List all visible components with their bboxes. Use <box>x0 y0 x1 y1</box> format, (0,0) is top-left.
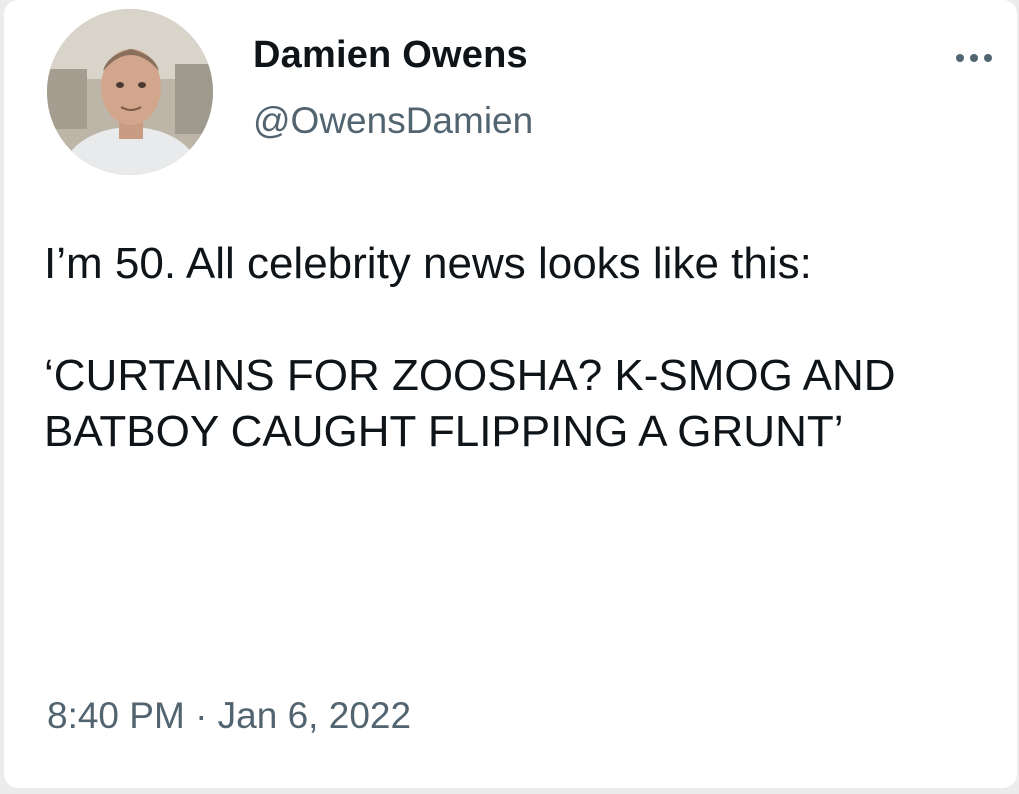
tweet-paragraph: I’m 50. All celebrity news looks like th… <box>44 239 812 288</box>
more-horizontal-icon-dot <box>970 54 978 62</box>
tweet-text: I’m 50. All celebrity news looks like th… <box>44 236 994 460</box>
profile-photo-icon <box>47 9 213 175</box>
display-name[interactable]: Damien Owens <box>253 34 528 77</box>
more-options-button[interactable] <box>946 40 1002 76</box>
user-handle[interactable]: @OwensDamien <box>253 100 533 142</box>
avatar[interactable] <box>47 9 213 175</box>
more-horizontal-icon-dot <box>984 54 992 62</box>
tweet-card: Damien Owens @OwensDamien I’m 50. All ce… <box>4 0 1017 788</box>
more-horizontal-icon <box>956 54 964 62</box>
tweet-paragraph: ‘CURTAINS FOR ZOOSHA? K-SMOG AND BATBOY … <box>44 351 896 456</box>
tweet-timestamp[interactable]: 8:40 PM · Jan 6, 2022 <box>47 695 411 737</box>
